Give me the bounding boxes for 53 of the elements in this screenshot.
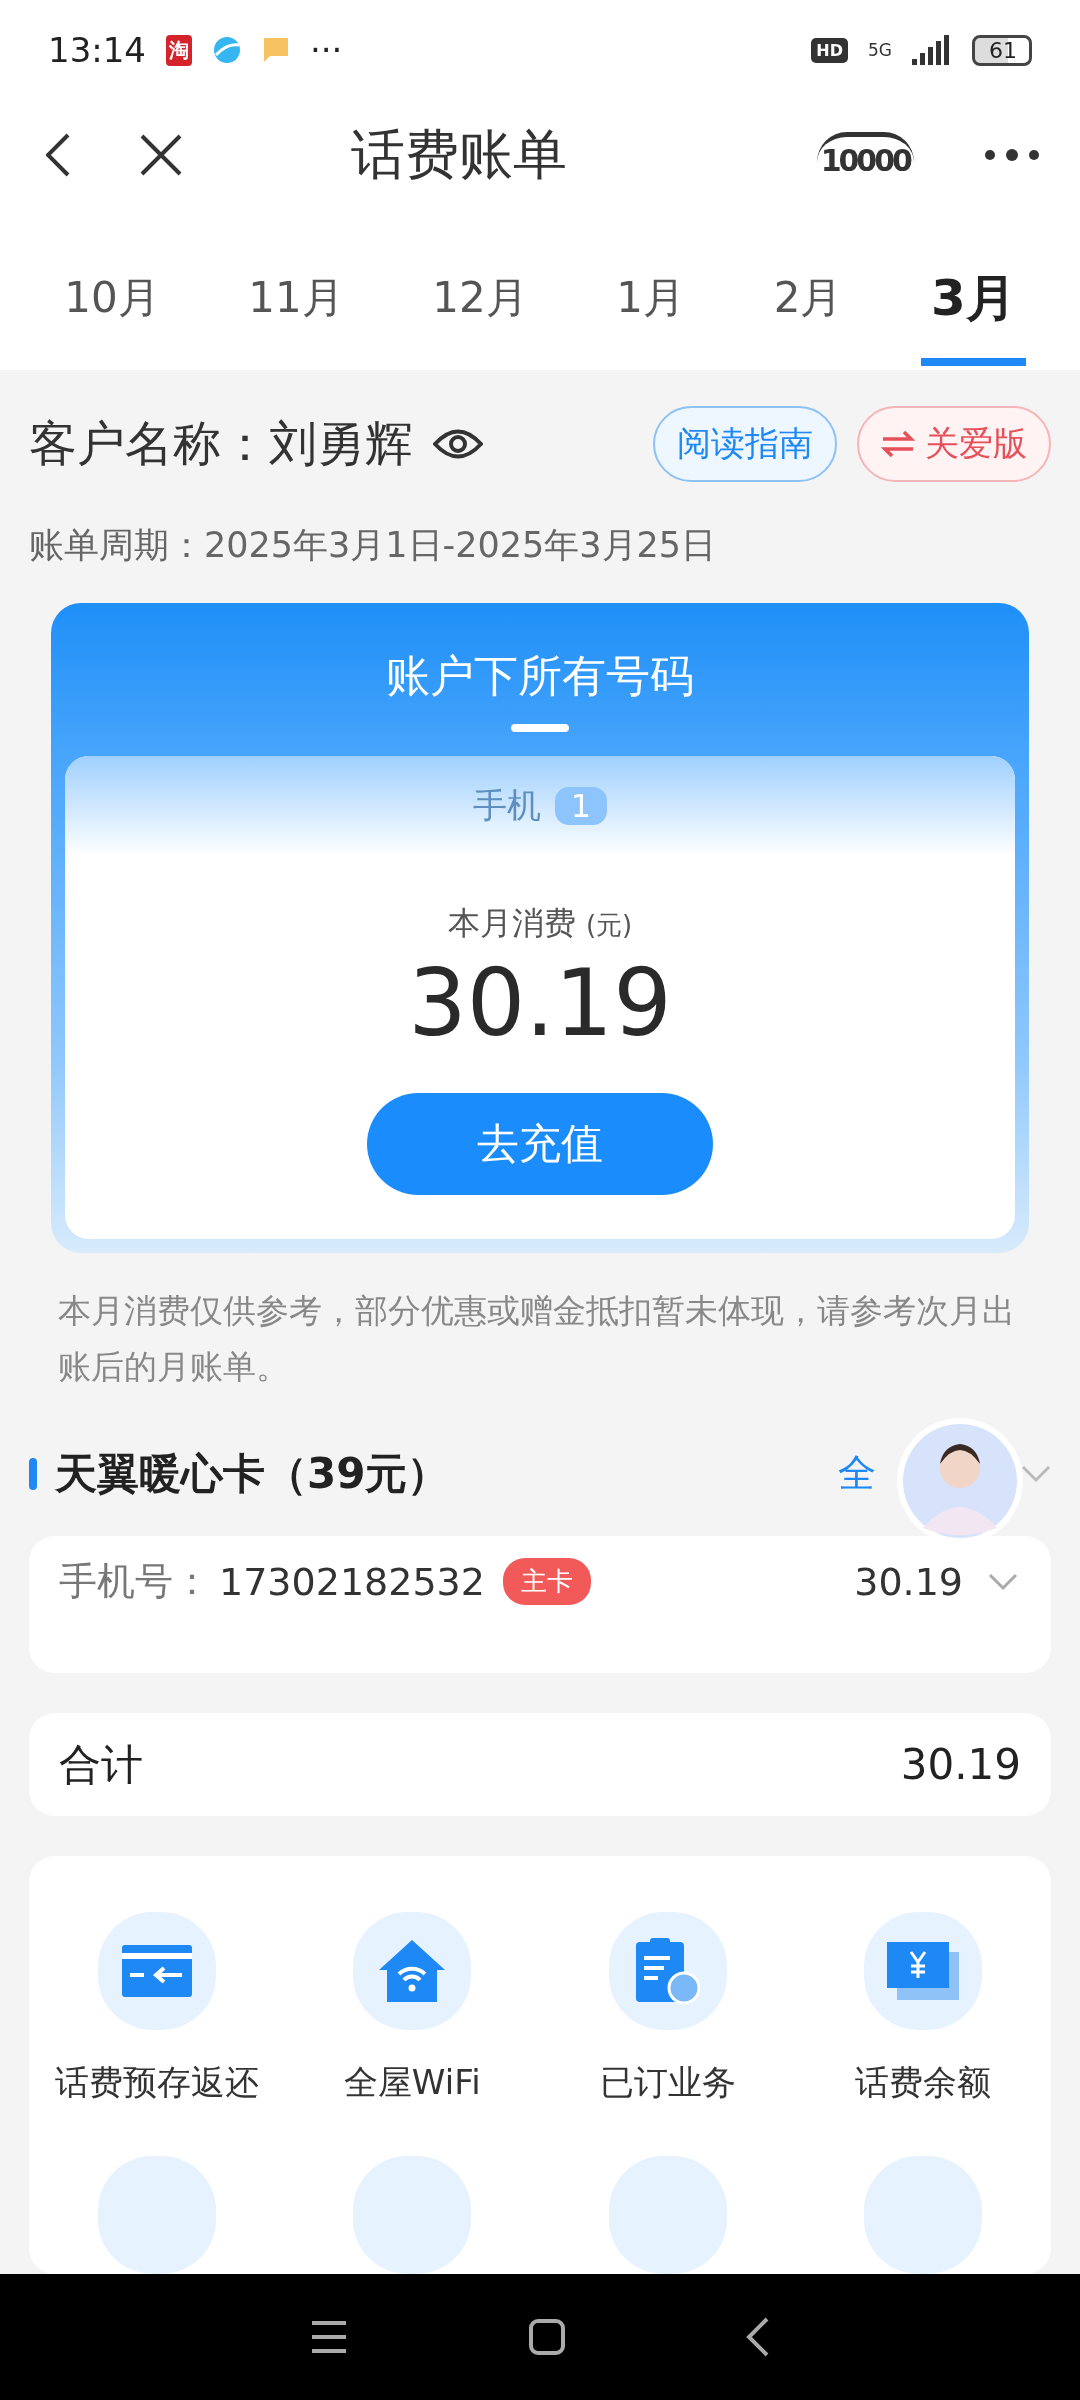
active-indicator: [511, 724, 569, 732]
month-tab[interactable]: 2月: [763, 250, 853, 360]
primary-card-tag: 主卡: [502, 1558, 591, 1606]
signal-icon: [912, 35, 952, 65]
service-label[interactable]: 全屋WiFi: [343, 2060, 481, 2106]
plan-title: 天翼暖心卡（39元）: [55, 1447, 450, 1500]
app-notification-icon: [212, 35, 242, 65]
cash-icon: [887, 1942, 960, 2000]
more-icon[interactable]: [984, 149, 1040, 161]
status-time: 13:14: [48, 30, 146, 70]
phone-line-card[interactable]: 手机号： 17302182532 主卡 30.19: [29, 1536, 1051, 1674]
unit-label: (元): [585, 910, 633, 940]
menu-icon[interactable]: [310, 2320, 348, 2354]
billing-period: 账单周期：2025年3月1日-2025年3月25日: [29, 524, 718, 567]
phone-label: 手机号：: [59, 1558, 211, 1606]
back-icon[interactable]: [46, 133, 70, 177]
close-icon[interactable]: [140, 134, 182, 176]
card-icon: [121, 1945, 192, 1997]
home-icon[interactable]: [528, 2318, 566, 2356]
month-tab[interactable]: 10月: [54, 250, 170, 360]
network-type: 5G: [868, 40, 892, 60]
count-badge: 1: [554, 787, 608, 825]
eye-icon[interactable]: [433, 427, 483, 461]
service-label[interactable]: 话费余额: [855, 2060, 992, 2106]
spend-amount: 30.19: [408, 950, 672, 1057]
service-label[interactable]: 话费预存返还: [54, 2060, 259, 2106]
app-notification-icon: 淘: [166, 34, 192, 66]
note-text: 本月消费仅供参考，部分优惠或赠金抵扣暂未体现，请参考次月出账后的月账单。: [57, 1290, 1016, 1388]
clipboard-icon: [635, 1938, 700, 2004]
battery-indicator: 61: [972, 34, 1032, 66]
spend-label: 本月消费: [447, 904, 576, 942]
month-tab[interactable]: 12月: [422, 250, 538, 360]
total-amount: 30.19: [900, 1740, 1021, 1790]
back-icon[interactable]: [746, 2317, 770, 2357]
month-tab[interactable]: 3月: [920, 244, 1026, 366]
chevron-icon: [1021, 1463, 1051, 1484]
section-marker: [29, 1457, 37, 1490]
customer-name: 客户名称：刘勇辉: [29, 414, 413, 473]
wifi-house-icon: [379, 1940, 446, 2002]
message-icon: [262, 36, 290, 64]
page-title: 话费账单: [350, 121, 569, 188]
line-amount: 30.19: [854, 1559, 963, 1604]
month-tab[interactable]: 1月: [606, 250, 696, 360]
customer-service-logo[interactable]: 10000: [816, 132, 914, 178]
phone-number: 17302182532: [219, 1559, 485, 1604]
service-label[interactable]: 已订业务: [599, 2060, 736, 2106]
swap-icon: [881, 430, 915, 458]
category-label: 手机: [472, 784, 541, 827]
hd-indicator: HD: [811, 37, 848, 63]
card-title: 账户下所有号码: [385, 649, 695, 703]
more-notifications: ···: [310, 30, 343, 70]
total-label: 合计: [59, 1738, 143, 1791]
month-tab[interactable]: 11月: [238, 250, 354, 360]
